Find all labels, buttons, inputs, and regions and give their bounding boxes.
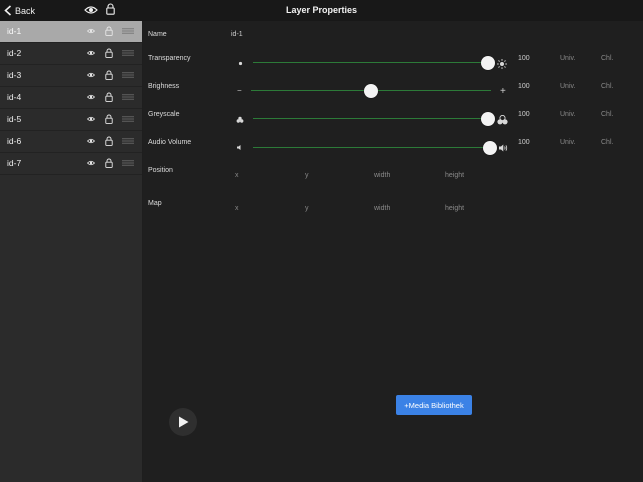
greyscale-value: 100: [518, 111, 530, 118]
slider-knob[interactable]: [481, 112, 495, 126]
speaker-small-icon: [237, 145, 241, 150]
media-library-button[interactable]: +Media Bibliothek: [396, 395, 472, 415]
layer-name: id-6: [7, 136, 22, 146]
slider-track: [253, 147, 497, 148]
name-value[interactable]: id-1: [231, 31, 243, 38]
lock-icon[interactable]: [105, 26, 113, 36]
drag-handle-icon[interactable]: [122, 28, 134, 34]
layer-row[interactable]: id-4: [0, 87, 142, 109]
sun-small-icon: [238, 61, 243, 66]
position-y-field[interactable]: y: [305, 172, 309, 179]
page-title: Layer Properties: [285, 5, 358, 15]
transparency-univ[interactable]: Univ.: [560, 55, 575, 62]
play-button[interactable]: [169, 408, 197, 436]
drag-handle-icon[interactable]: [122, 72, 134, 78]
audio-volume-slider[interactable]: [253, 141, 497, 155]
layer-row[interactable]: id-7: [0, 153, 142, 175]
brightness-label: Brighness: [148, 83, 180, 90]
brightness-chl[interactable]: Chl.: [601, 83, 613, 90]
slider-track: [253, 62, 495, 63]
map-y-field[interactable]: y: [305, 205, 309, 212]
transparency-value: 100: [518, 55, 530, 62]
layer-row[interactable]: id-3: [0, 65, 142, 87]
slider-knob[interactable]: [364, 84, 378, 98]
minus-icon: −: [237, 86, 242, 95]
position-height-field[interactable]: height: [445, 172, 464, 179]
eye-icon[interactable]: [87, 138, 95, 144]
name-label: Name: [148, 31, 167, 38]
back-button[interactable]: Back: [4, 3, 35, 18]
slider-track: [253, 118, 495, 119]
lock-icon[interactable]: [105, 92, 113, 102]
map-label: Map: [148, 200, 162, 207]
drag-handle-icon[interactable]: [122, 50, 134, 56]
audio-volume-label: Audio Volume: [148, 139, 192, 146]
greyscale-large-icon: [497, 115, 508, 125]
layer-name: id-7: [7, 158, 22, 168]
slider-knob[interactable]: [483, 141, 497, 155]
eye-icon[interactable]: [84, 5, 98, 15]
layer-name: id-4: [7, 92, 22, 102]
drag-handle-icon[interactable]: [122, 116, 134, 122]
layer-name: id-3: [7, 70, 22, 80]
lock-icon[interactable]: [105, 114, 113, 124]
drag-handle-icon[interactable]: [122, 94, 134, 100]
lock-icon[interactable]: [106, 3, 115, 15]
chevron-left-icon: [4, 5, 12, 16]
back-label: Back: [15, 5, 36, 16]
lock-icon[interactable]: [105, 48, 113, 58]
map-height-field[interactable]: height: [445, 205, 464, 212]
layer-list: id-1 id-2 id-3 id-4 id-5 id-6 id-7: [0, 21, 142, 175]
map-width-field[interactable]: width: [374, 205, 390, 212]
audio-volume-univ[interactable]: Univ.: [560, 139, 575, 146]
eye-icon[interactable]: [87, 94, 95, 100]
play-icon: [178, 416, 188, 428]
position-width-field[interactable]: width: [374, 172, 390, 179]
slider-knob[interactable]: [481, 56, 495, 70]
layer-name: id-5: [7, 114, 22, 124]
eye-icon[interactable]: [87, 160, 95, 166]
sun-large-icon: [497, 59, 507, 69]
lock-icon[interactable]: [105, 136, 113, 146]
layer-name: id-1: [7, 26, 22, 36]
layer-row[interactable]: id-5: [0, 109, 142, 131]
eye-icon[interactable]: [87, 50, 95, 56]
eye-icon[interactable]: [87, 28, 95, 34]
transparency-slider[interactable]: [253, 56, 495, 70]
transparency-chl[interactable]: Chl.: [601, 55, 613, 62]
eye-icon[interactable]: [87, 72, 95, 78]
eye-icon[interactable]: [87, 116, 95, 122]
greyscale-slider[interactable]: [253, 112, 495, 126]
brightness-value: 100: [518, 83, 530, 90]
drag-handle-icon[interactable]: [122, 160, 134, 166]
layer-name: id-2: [7, 48, 22, 58]
greyscale-chl[interactable]: Chl.: [601, 111, 613, 118]
position-label: Position: [148, 167, 173, 174]
lock-icon[interactable]: [105, 70, 113, 80]
transparency-label: Transparency: [148, 55, 191, 62]
brightness-slider[interactable]: [251, 84, 491, 98]
layer-row[interactable]: id-2: [0, 43, 142, 65]
position-x-field[interactable]: x: [235, 172, 239, 179]
plus-icon: +: [500, 86, 506, 97]
speaker-loud-icon: [499, 144, 508, 152]
greyscale-small-icon: [236, 116, 244, 123]
brightness-univ[interactable]: Univ.: [560, 83, 575, 90]
layer-row[interactable]: id-1: [0, 21, 142, 43]
drag-handle-icon[interactable]: [122, 138, 134, 144]
lock-icon[interactable]: [105, 158, 113, 168]
map-x-field[interactable]: x: [235, 205, 239, 212]
greyscale-label: Greyscale: [148, 111, 180, 118]
audio-volume-chl[interactable]: Chl.: [601, 139, 613, 146]
audio-volume-value: 100: [518, 139, 530, 146]
greyscale-univ[interactable]: Univ.: [560, 111, 575, 118]
layer-row[interactable]: id-6: [0, 131, 142, 153]
